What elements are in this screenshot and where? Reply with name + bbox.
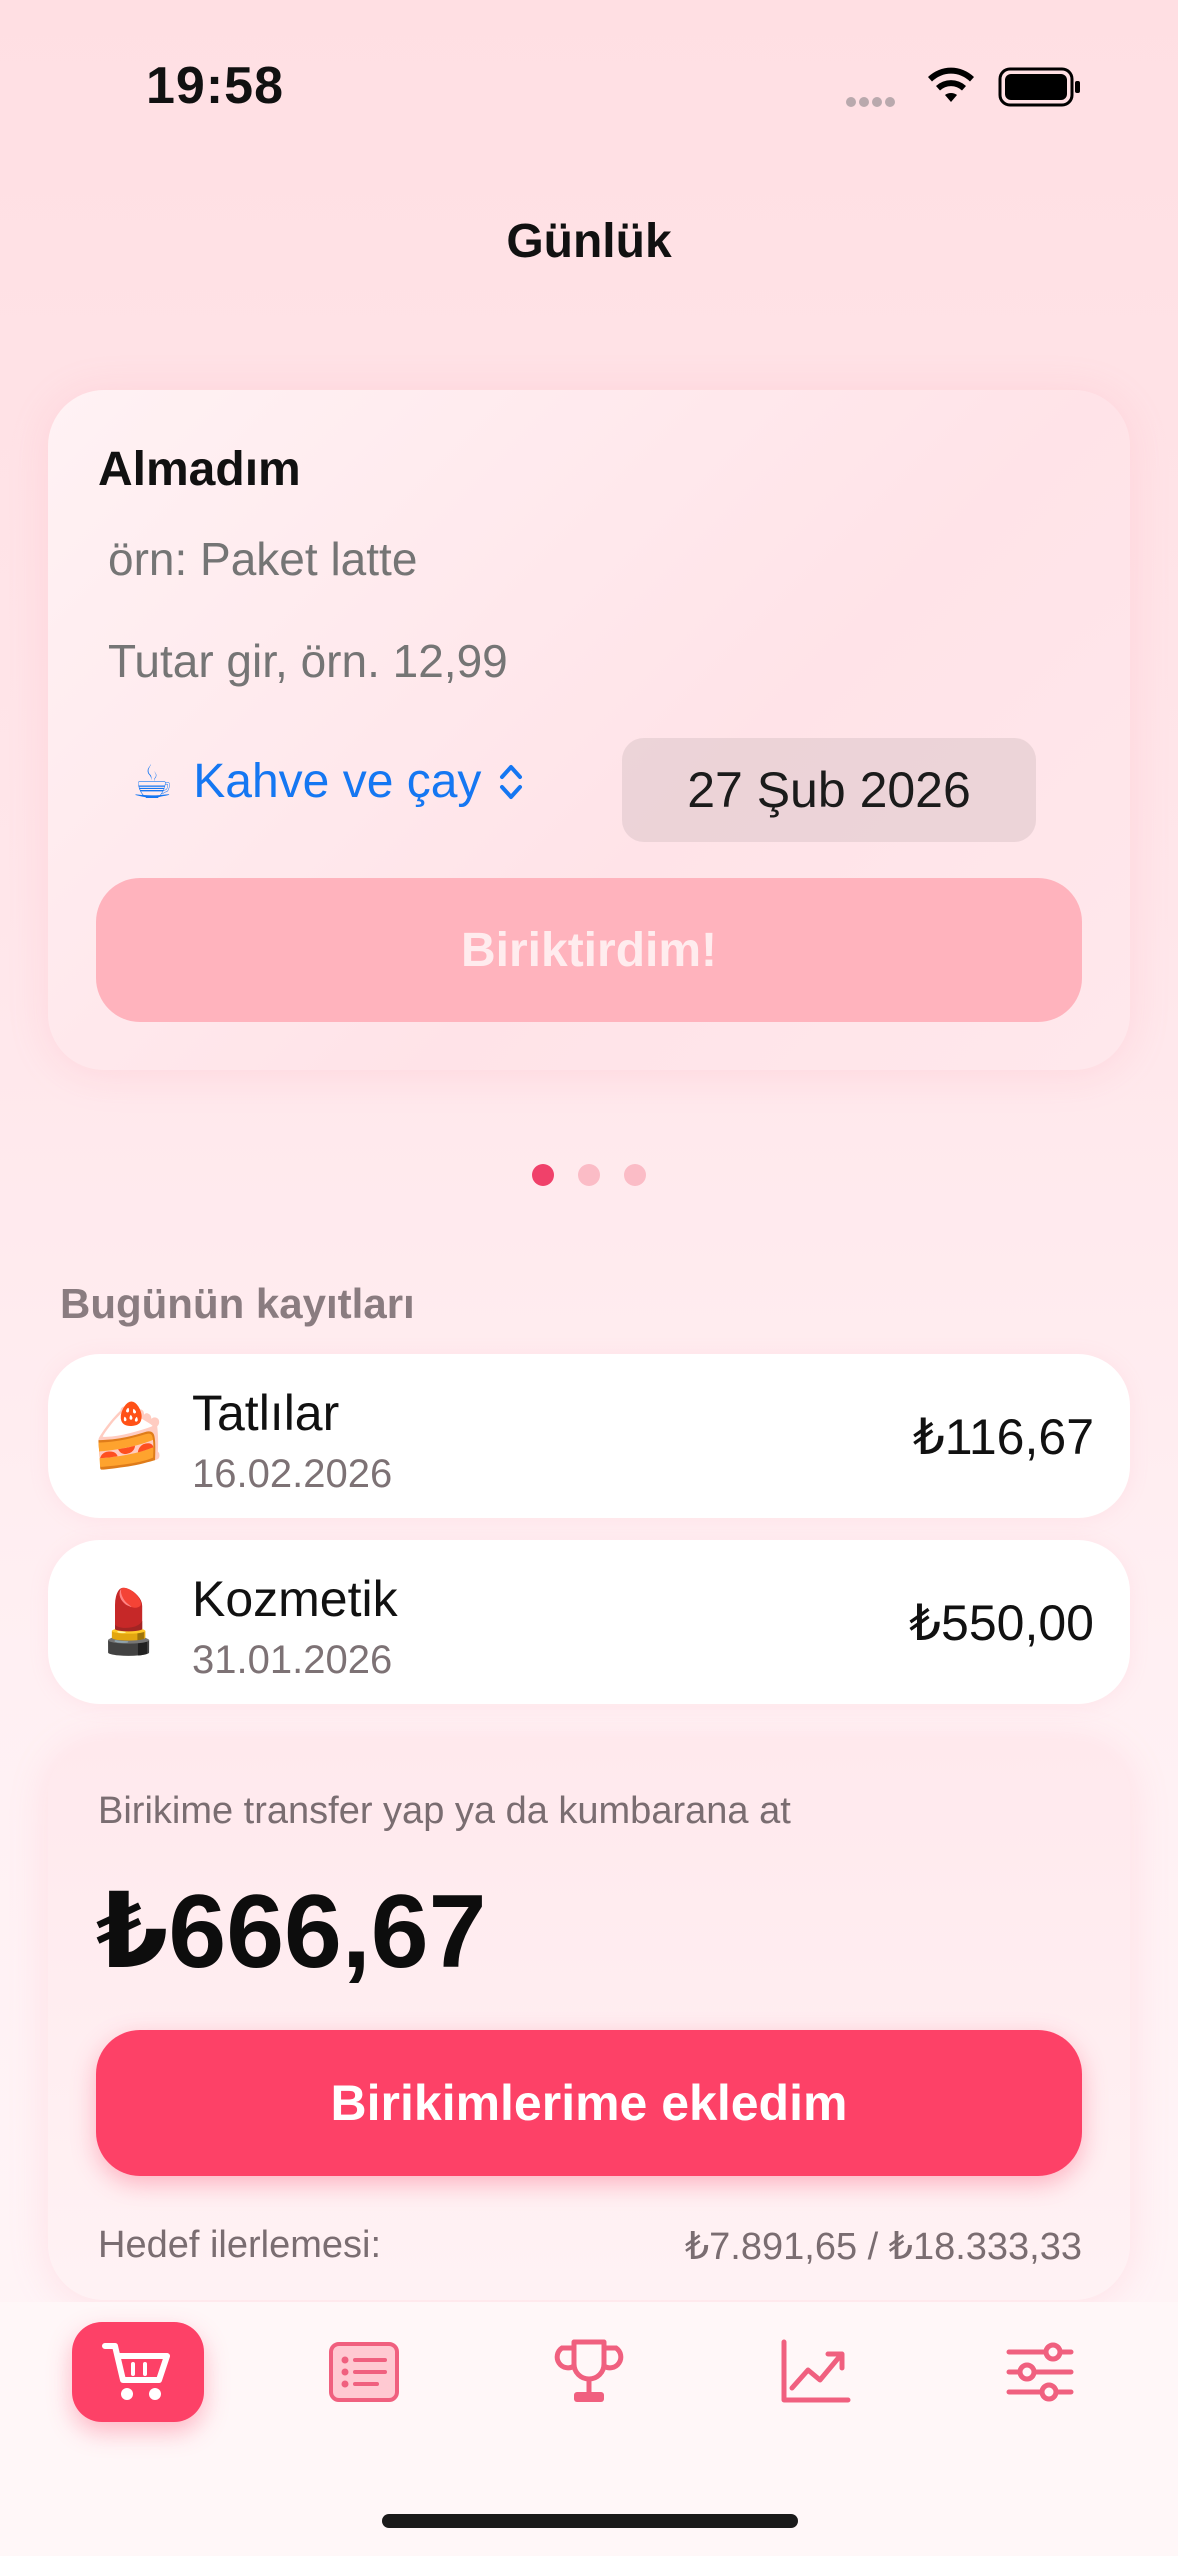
date-picker[interactable]: 27 Şub 2026 [622,738,1036,842]
tab-achievements[interactable] [523,2322,655,2422]
row-date: 16.02.2026 [192,1452,393,1496]
item-name-input[interactable] [108,532,1008,586]
tab-list[interactable] [298,2322,430,2422]
battery-icon [998,67,1080,107]
tab-settings[interactable] [974,2322,1106,2422]
tab-cart[interactable] [72,2322,204,2422]
list-item[interactable]: 🍰 Tatlılar 16.02.2026 ₺116,67 [48,1354,1130,1518]
chart-icon [781,2339,851,2403]
summary-caption: Birikime transfer yap ya da kumbarana at [98,1790,791,1832]
page-dot[interactable] [624,1164,646,1186]
wifi-icon [928,67,974,102]
page-indicator[interactable] [532,1164,646,1186]
entry-heading: Almadım [98,443,301,496]
row-date: 31.01.2026 [192,1638,393,1682]
cellular-signal-icon [846,94,906,108]
list-item[interactable]: 💄 Kozmetik 31.01.2026 ₺550,00 [48,1540,1130,1704]
page-dot[interactable] [578,1164,600,1186]
amount-input[interactable] [108,634,1008,688]
status-time: 19:58 [146,57,284,115]
row-emoji: 🍰 [90,1402,168,1471]
section-title: Bugünün kayıtları [60,1280,415,1327]
progress-value: ₺7.891,65 / ₺18.333,33 [685,2226,1082,2268]
page-dot-active[interactable] [532,1164,554,1186]
entry-card: Almadım ☕ Kahve ve çay 27 Şub 2026 Birik… [48,390,1130,1070]
add-to-savings-button[interactable]: Birikimlerime ekledim [96,2030,1082,2176]
progress-label: Hedef ilerlemesi: [98,2224,381,2266]
row-amount: ₺116,67 [912,1409,1094,1465]
summary-total: ₺666,67 [96,1874,487,1990]
page-title: Günlük [506,215,672,268]
summary-card: Birikime transfer yap ya da kumbarana at… [48,1740,1130,2300]
row-title: Tatlılar [192,1385,340,1441]
save-button[interactable]: Biriktirdim! [96,878,1082,1022]
category-label: Kahve ve çay [193,755,482,808]
category-picker[interactable]: ☕ Kahve ve çay [132,754,525,809]
row-title: Kozmetik [192,1571,398,1627]
tab-stats[interactable] [749,2322,881,2422]
chevron-up-down-icon [500,764,523,799]
home-indicator [382,2514,798,2528]
category-emoji: ☕ [132,755,174,808]
row-amount: ₺550,00 [909,1595,1094,1651]
list-icon [329,2342,399,2402]
trophy-icon [554,2339,624,2402]
row-emoji: 💄 [90,1588,168,1657]
sliders-icon [1006,2342,1074,2402]
cart-icon [102,2343,170,2400]
